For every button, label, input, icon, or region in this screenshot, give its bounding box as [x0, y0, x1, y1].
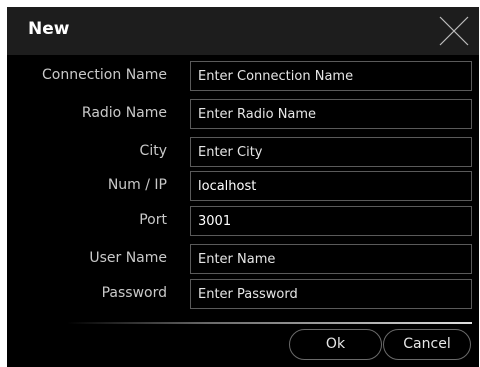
password-input[interactable]: [190, 279, 472, 309]
num-ip-label: Num / IP: [107, 177, 167, 193]
form-row-password: Password: [7, 279, 479, 309]
connection-name-label: Connection Name: [42, 67, 167, 83]
num-ip-input[interactable]: [190, 171, 472, 201]
close-button[interactable]: [435, 12, 473, 50]
city-label: City: [139, 143, 167, 159]
close-icon: [439, 16, 469, 46]
title-bar: New: [7, 7, 479, 55]
dialog-title: New: [28, 19, 70, 39]
city-input[interactable]: [190, 137, 472, 167]
form-row-num-ip: Num / IP: [7, 171, 479, 201]
user-name-input[interactable]: [190, 244, 472, 274]
footer-divider: [67, 322, 472, 324]
radio-name-label: Radio Name: [81, 105, 167, 121]
port-input[interactable]: [190, 206, 472, 236]
new-connection-dialog: New Connection Name Radio Name City Num …: [7, 7, 479, 367]
password-label: Password: [101, 285, 167, 301]
ok-button[interactable]: Ok: [289, 329, 382, 360]
form-row-user-name: User Name: [7, 244, 479, 274]
form-row-city: City: [7, 137, 479, 167]
form-row-port: Port: [7, 206, 479, 236]
radio-name-input[interactable]: [190, 99, 472, 129]
form-row-connection-name: Connection Name: [7, 61, 479, 91]
user-name-label: User Name: [89, 250, 167, 266]
cancel-button[interactable]: Cancel: [383, 329, 471, 360]
form-row-radio-name: Radio Name: [7, 99, 479, 129]
port-label: Port: [139, 212, 167, 228]
connection-name-input[interactable]: [190, 61, 472, 91]
